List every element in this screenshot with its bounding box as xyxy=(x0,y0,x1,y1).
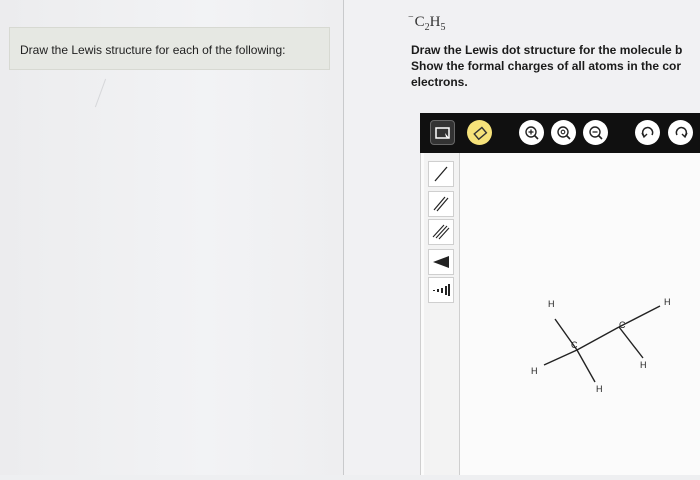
wedge-bond-button[interactable] xyxy=(428,249,454,275)
eraser-icon xyxy=(472,126,487,140)
zoom-in-icon xyxy=(524,125,539,140)
wedge-bond-icon xyxy=(433,256,449,268)
drawing-canvas[interactable]: H H C C H H H xyxy=(420,153,700,475)
undo-icon xyxy=(640,126,653,138)
formula-hydrogen-count: 5 xyxy=(440,22,446,33)
atom-h-top-right[interactable]: H xyxy=(664,297,671,307)
redo-icon xyxy=(675,126,688,138)
molecule-formula: −C2H5 xyxy=(408,12,446,33)
zoom-out-icon xyxy=(588,125,603,140)
bond-c-c[interactable] xyxy=(576,326,620,351)
atom-h-left[interactable]: H xyxy=(531,366,538,376)
faint-mark xyxy=(94,78,107,108)
double-bond-icon xyxy=(433,196,449,212)
single-bond-icon xyxy=(434,166,448,182)
instructions: Draw the Lewis dot structure for the mol… xyxy=(411,42,700,90)
single-bond-button[interactable] xyxy=(428,161,454,187)
triple-bond-button[interactable] xyxy=(428,219,454,245)
select-icon xyxy=(434,126,450,139)
double-bond-button[interactable] xyxy=(428,191,454,217)
formula-hydrogen: H xyxy=(429,14,441,30)
zoom-reset-button[interactable] xyxy=(551,120,576,145)
molecule-drawing: H H C C H H H xyxy=(531,297,671,394)
atom-h-right[interactable]: H xyxy=(640,360,647,370)
bond-toolbar xyxy=(424,153,460,475)
atom-h-bottom[interactable]: H xyxy=(596,384,603,394)
hash-bond-button[interactable] xyxy=(428,277,454,303)
zoom-in-button[interactable] xyxy=(519,120,544,145)
select-tool-button[interactable] xyxy=(430,120,455,145)
triple-bond-icon xyxy=(432,224,450,240)
instruction-line-3: electrons. xyxy=(411,75,468,89)
bond-c-center-h-bottom[interactable] xyxy=(576,349,596,383)
atom-c-center[interactable]: C xyxy=(571,340,578,350)
formula-charge: − xyxy=(408,12,414,23)
zoom-out-button[interactable] xyxy=(583,120,608,145)
question-prompt-box: Draw the Lewis structure for each of the… xyxy=(9,27,330,70)
eraser-tool-button[interactable] xyxy=(467,120,492,145)
drawing-toolbar xyxy=(420,113,700,153)
hash-bond-icon xyxy=(433,284,450,296)
instruction-line-2: Show the formal charges of all atoms in … xyxy=(411,59,682,73)
question-prompt: Draw the Lewis structure for each of the… xyxy=(20,43,286,57)
bond-c-upper-h-right[interactable] xyxy=(618,326,644,359)
bond-c-center-h-left[interactable] xyxy=(543,349,578,366)
atom-c-upper[interactable]: C xyxy=(619,320,626,330)
zoom-reset-icon xyxy=(556,125,571,140)
left-pane: Draw the Lewis structure for each of the… xyxy=(0,0,343,475)
atom-h-top-left[interactable]: H xyxy=(548,299,555,309)
formula-carbon: C xyxy=(414,14,425,30)
instruction-line-1: Draw the Lewis dot structure for the mol… xyxy=(411,43,683,57)
undo-button[interactable] xyxy=(635,120,660,145)
redo-button[interactable] xyxy=(668,120,693,145)
